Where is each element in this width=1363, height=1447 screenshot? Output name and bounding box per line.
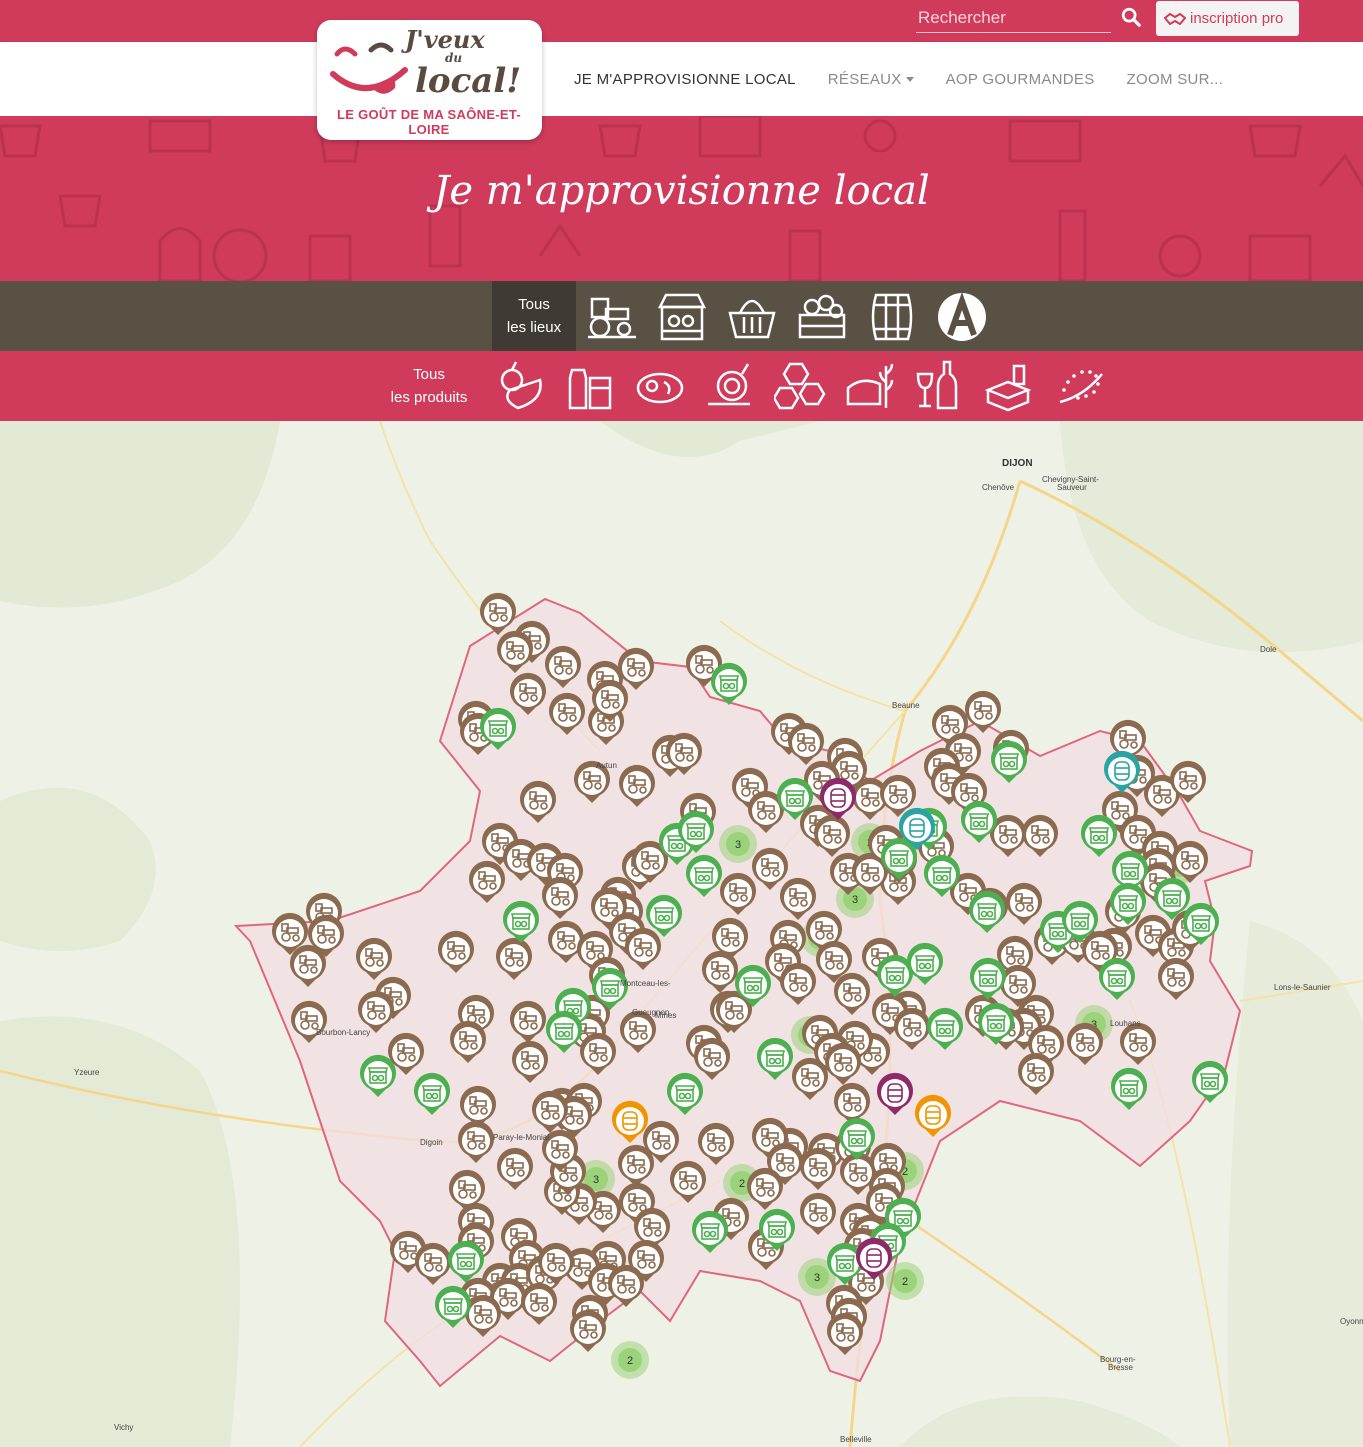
town-label: Yzeure xyxy=(74,1068,100,1077)
town-label: Lons-le-Saunier xyxy=(1274,983,1331,992)
marker-cluster[interactable]: 2 xyxy=(611,1341,649,1379)
town-label: Montceau-les- xyxy=(620,979,671,988)
nav-item-reseaux[interactable]: RÉSEAUX xyxy=(812,71,930,88)
barrel-icon[interactable] xyxy=(866,291,918,343)
meat-icon[interactable] xyxy=(634,360,686,412)
grocery-icon[interactable] xyxy=(984,360,1036,412)
smiley-tongue-icon xyxy=(330,42,408,94)
nav-item-approvisionne[interactable]: JE M'APPROVISIONNE LOCAL xyxy=(558,71,812,88)
logo-wordmark: J'veux du local! xyxy=(405,25,522,101)
nav-item-aop-gourmandes[interactable]: AOP GOURMANDES xyxy=(930,71,1111,88)
producer-map[interactable]: 3232333223222 DIJON Chenôve Chevigny-Sai… xyxy=(0,421,1363,1447)
filter-all-places[interactable]: Tous les lieux xyxy=(492,281,576,351)
town-label: Dole xyxy=(1260,645,1277,654)
town-label: Sauveur xyxy=(1057,483,1087,492)
town-label: Gueugnon xyxy=(632,1008,670,1017)
town-label: Vichy xyxy=(114,1423,134,1432)
place-filter-bar: Tous les lieux xyxy=(0,281,1363,351)
bread-grain-icon[interactable] xyxy=(844,360,896,412)
cluster-count: 2 xyxy=(739,1178,745,1190)
town-label: Digoin xyxy=(420,1138,443,1147)
handshake-icon xyxy=(1164,12,1186,25)
farm-map-marker[interactable] xyxy=(569,1309,606,1352)
site-logo[interactable]: J'veux du local! LE GOÛT DE MA SAÔNE-ET-… xyxy=(317,20,542,140)
search-icon xyxy=(1121,7,1141,27)
town-label: Bourbon-Lancy xyxy=(316,1028,371,1037)
town-label: Autun xyxy=(596,761,617,770)
produce-crate-icon[interactable] xyxy=(796,291,848,343)
marker-cluster[interactable]: 3 xyxy=(719,825,757,863)
cluster-count: 3 xyxy=(735,839,741,851)
map-canvas[interactable]: 3232333223222 xyxy=(0,421,1363,1447)
market-stall-icon[interactable] xyxy=(656,291,708,343)
town-label: Chenôve xyxy=(982,483,1015,492)
organic-label-icon[interactable] xyxy=(1054,360,1106,412)
snail-icon[interactable] xyxy=(704,360,756,412)
town-label: Louhans xyxy=(1110,1019,1141,1028)
cluster-count: 2 xyxy=(627,1355,633,1367)
caret-down-icon xyxy=(905,77,914,83)
hero-banner: Je m'approvisionne local xyxy=(0,116,1363,281)
nav-menu: JE M'APPROVISIONNE LOCAL RÉSEAUX AOP GOU… xyxy=(558,42,1239,116)
marker-cluster[interactable]: 2 xyxy=(886,1262,924,1300)
cluster-count: 3 xyxy=(852,894,858,906)
nav-item-zoom-sur[interactable]: ZOOM SUR... xyxy=(1111,71,1240,88)
dairy-icon[interactable] xyxy=(564,360,616,412)
fruits-vegetables-icon[interactable] xyxy=(494,360,546,412)
tractor-icon[interactable] xyxy=(586,291,638,343)
cluster-count: 3 xyxy=(814,1272,820,1284)
page-title: Je m'approvisionne local xyxy=(433,168,930,214)
basket-icon[interactable] xyxy=(726,291,778,343)
inscription-pro-label: inscription pro xyxy=(1190,10,1284,27)
honey-icon[interactable] xyxy=(774,360,826,412)
wine-icon[interactable] xyxy=(914,360,966,412)
main-navbar: JE M'APPROVISIONNE LOCAL RÉSEAUX AOP GOU… xyxy=(0,42,1363,116)
search-input[interactable] xyxy=(916,5,1086,31)
search-field[interactable] xyxy=(916,5,1111,33)
town-label: Beaune xyxy=(892,701,920,710)
inscription-pro-button[interactable]: inscription pro xyxy=(1156,1,1299,36)
town-label: Paray-le-Monial xyxy=(493,1133,550,1142)
town-label: Oyonnax xyxy=(1340,1317,1363,1326)
logo-a-icon[interactable] xyxy=(936,291,988,343)
town-label: DIJON xyxy=(1002,458,1033,469)
town-label: Belleville xyxy=(840,1435,872,1444)
top-bar: inscription pro xyxy=(0,0,1363,42)
cluster-count: 3 xyxy=(593,1174,599,1186)
logo-tagline: LE GOÛT DE MA SAÔNE-ET-LOIRE xyxy=(336,107,522,137)
town-label: Bresse xyxy=(1108,1363,1133,1372)
filter-all-products[interactable]: Tous les produits xyxy=(384,363,474,409)
product-filter-bar: Tous les produits xyxy=(0,351,1363,421)
search-button[interactable] xyxy=(1120,6,1144,30)
cluster-count: 2 xyxy=(902,1276,908,1288)
